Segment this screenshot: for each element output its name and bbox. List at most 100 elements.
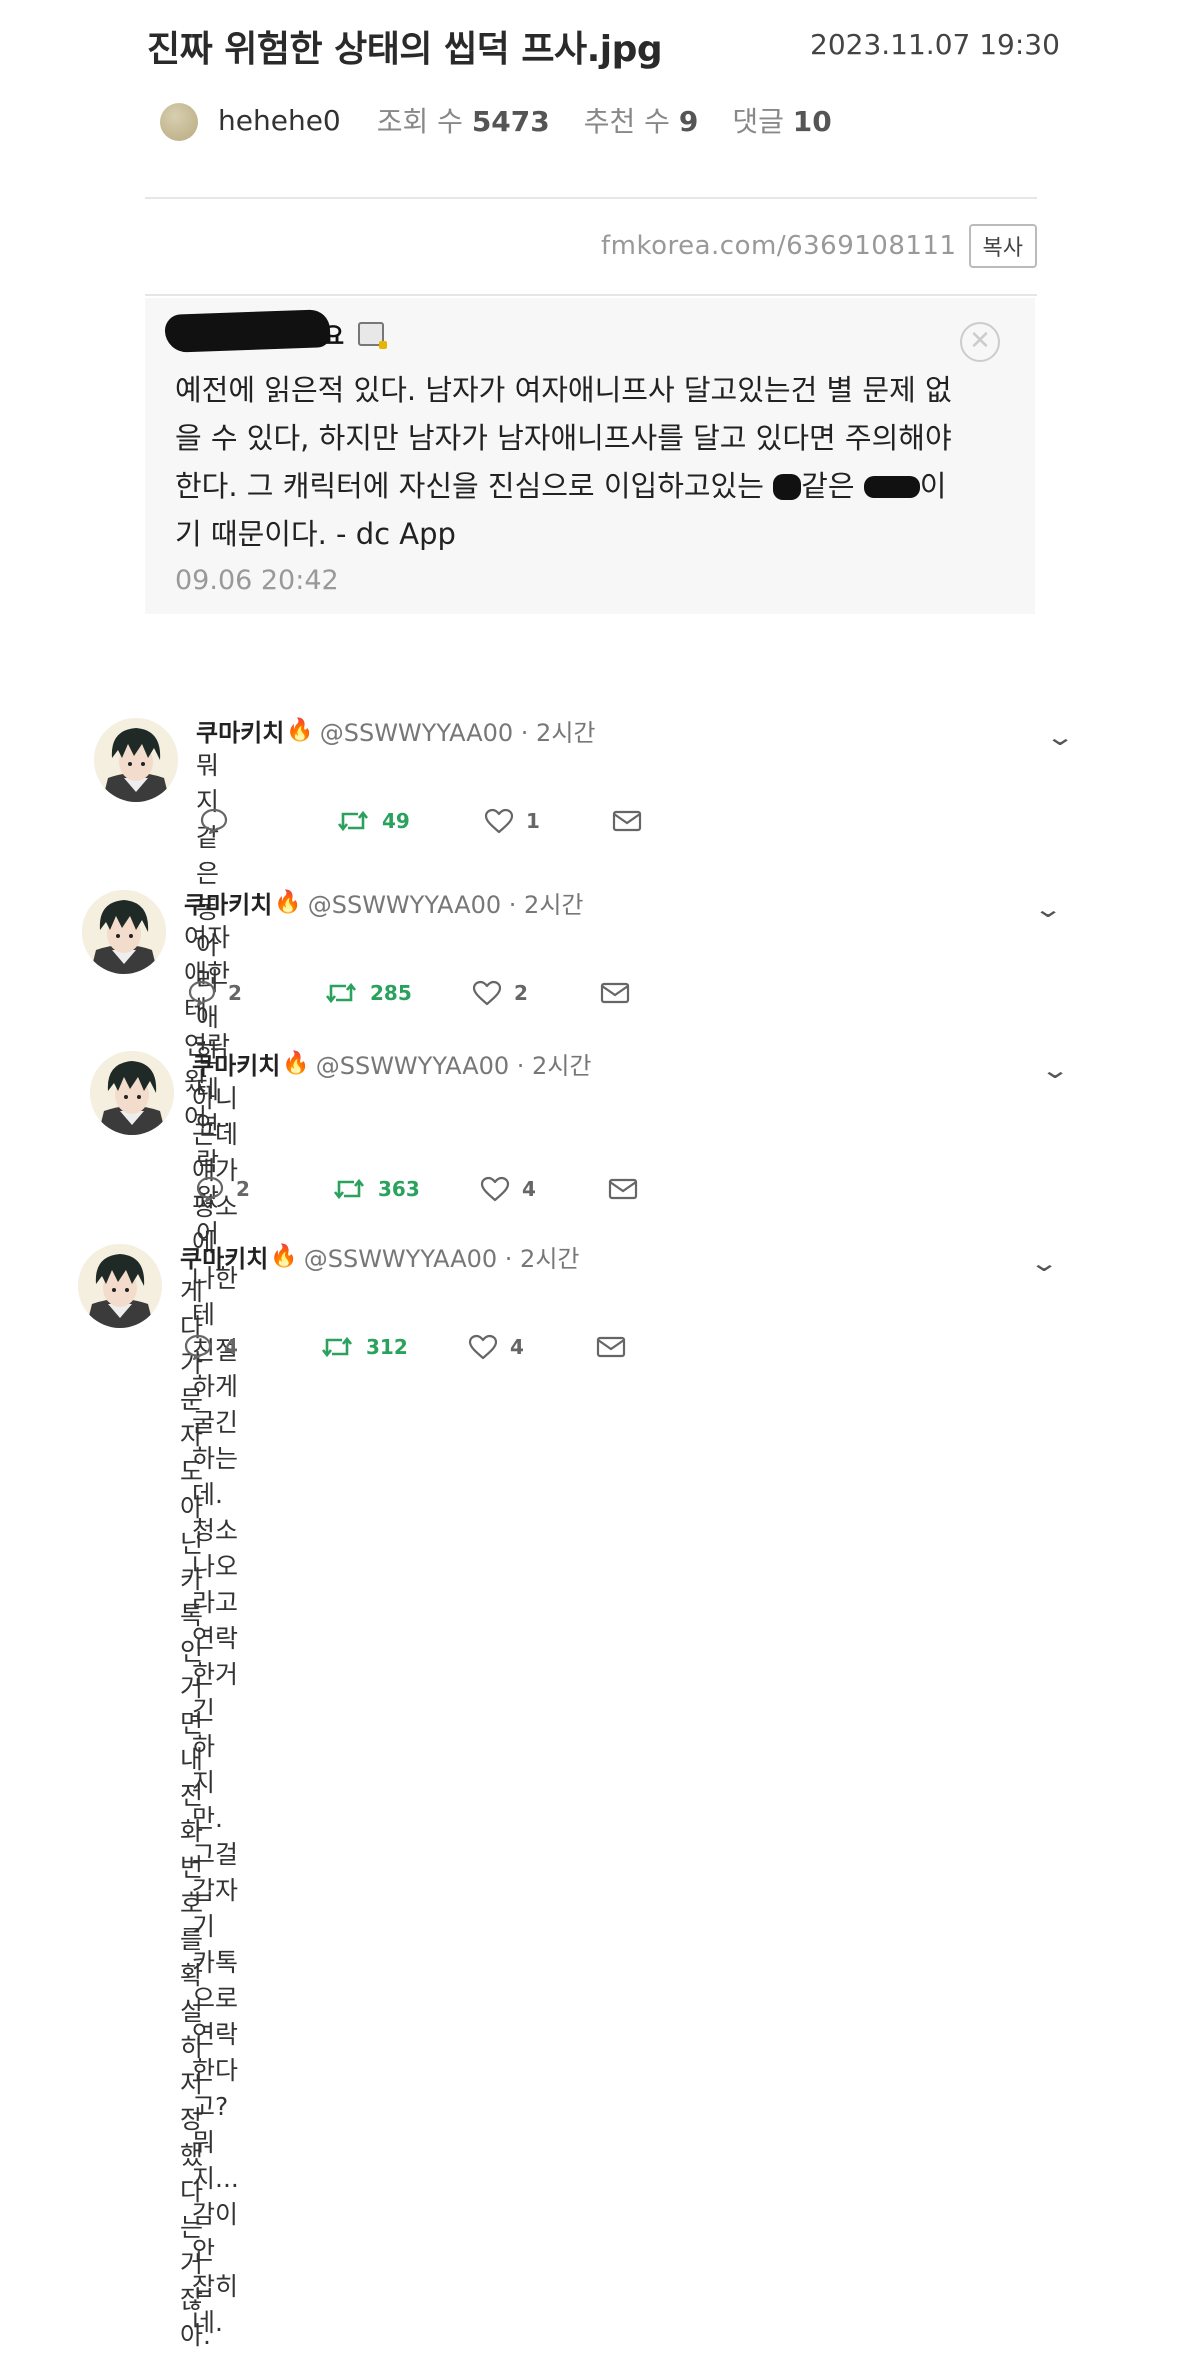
fire-icon: 🔥: [282, 1051, 310, 1076]
comments-label: 댓글: [732, 105, 784, 138]
reply-button[interactable]: 2: [188, 980, 308, 1006]
tweet-avatar[interactable]: [94, 718, 178, 802]
chevron-down-icon[interactable]: ⌄: [1033, 895, 1063, 923]
tweet-actions: 2 363 4: [196, 1176, 638, 1202]
retweet-button[interactable]: 363: [332, 1176, 480, 1202]
tweet-header: 쿠마키치 🔥 @SSWWYYAA00 · 2시간: [180, 1239, 579, 1274]
copy-url-button[interactable]: 복사: [968, 224, 1037, 268]
redaction-mark: [863, 476, 920, 498]
envelope-icon: [608, 1177, 638, 1201]
heart-icon: [484, 808, 514, 834]
username-suffix: 요: [322, 322, 345, 350]
author-name[interactable]: hehehe0: [218, 104, 341, 137]
retweet-icon: [320, 1334, 354, 1360]
retweet-count: 363: [378, 1177, 420, 1201]
tweet-handle-time[interactable]: @SSWWYYAA00 · 2시간: [304, 1239, 580, 1274]
comment-line-part: 한다. 그 캐릭터에 자신을 진심으로 이입하고있는: [175, 469, 774, 503]
retweet-button[interactable]: 285: [324, 980, 472, 1006]
like-button[interactable]: 2: [472, 980, 600, 1006]
tweet-text: 게다가 문자도아닌 카톡인거면 내 전화번호를 확실히 저장했다는거잖아.: [180, 1274, 211, 2354]
tweet-header: 쿠마키치 🔥 @SSWWYYAA00 · 2시간: [192, 1046, 591, 1081]
chevron-down-icon[interactable]: ⌄: [1040, 1056, 1070, 1084]
direct-message-button[interactable]: [596, 1335, 626, 1359]
views-count: 5473: [471, 105, 550, 138]
tweet-handle-time[interactable]: @SSWWYYAA00 · 2시간: [316, 1046, 592, 1081]
like-button[interactable]: 4: [468, 1334, 596, 1360]
heart-icon: [480, 1176, 510, 1202]
speech-bubble-icon: [188, 980, 216, 1006]
comment-line: 을 수 있다, 하지만 남자가 남자애니프사를 달고 있다면 주의해야: [175, 421, 952, 455]
likes-stat: 추천 수 9: [584, 100, 699, 140]
like-count: 4: [522, 1177, 536, 1201]
post-datetime: 2023.11.07 19:30: [810, 28, 1060, 61]
tweet-avatar[interactable]: [90, 1051, 174, 1135]
comment-time: 09.06 20:42: [175, 565, 339, 596]
post-meta: hehehe0 조회 수 5473 추천 수 9 댓글 10: [218, 98, 866, 142]
likes-count: 9: [678, 105, 699, 138]
like-button[interactable]: 4: [480, 1176, 608, 1202]
fire-icon: 🔥: [274, 890, 302, 915]
reply-count: 2: [236, 1177, 250, 1201]
tweet-handle-time[interactable]: @SSWWYYAA00 · 2시간: [320, 713, 596, 748]
comment-text: 예전에 읽은적 있다. 남자가 여자애니프사 달고있는건 별 문제 없 을 수 …: [175, 366, 1005, 558]
envelope-icon: [600, 981, 630, 1005]
heart-icon: [472, 980, 502, 1006]
views-stat: 조회 수 5473: [377, 100, 550, 140]
likes-label: 추천 수: [583, 105, 670, 138]
close-icon[interactable]: ✕: [960, 322, 1000, 362]
tweet-author-name[interactable]: 쿠마키치: [192, 1046, 280, 1081]
retweet-button[interactable]: 49: [336, 808, 484, 834]
reply-count: 4: [224, 1335, 238, 1359]
tweet-actions: 49 1: [200, 808, 642, 834]
redacted-username: [164, 309, 331, 353]
tweet-handle-time[interactable]: @SSWWYYAA00 · 2시간: [308, 885, 584, 920]
retweet-icon: [324, 980, 358, 1006]
divider-top: [145, 197, 1037, 199]
comment-line: 한다. 그 캐릭터에 자신을 진심으로 이입하고있는 같은 이: [175, 462, 1005, 510]
direct-message-button[interactable]: [612, 809, 642, 833]
fire-icon: 🔥: [286, 718, 314, 743]
chevron-down-icon[interactable]: ⌄: [1045, 723, 1075, 751]
like-button[interactable]: 1: [484, 808, 612, 834]
retweet-icon: [332, 1176, 366, 1202]
fire-icon: 🔥: [270, 1244, 298, 1269]
reply-count: 2: [228, 981, 242, 1005]
like-count: 1: [526, 809, 540, 833]
retweet-button[interactable]: 312: [320, 1334, 468, 1360]
tweet-author-name[interactable]: 쿠마키치: [180, 1239, 268, 1274]
comments-stat: 댓글 10: [732, 100, 831, 140]
retweet-count: 312: [366, 1335, 408, 1359]
envelope-icon: [612, 809, 642, 833]
tweet-avatar[interactable]: [78, 1244, 162, 1328]
author-avatar[interactable]: [160, 103, 198, 141]
comment-line-part: 이: [919, 469, 947, 503]
retweet-icon: [336, 808, 370, 834]
tweet-header: 쿠마키치 🔥 @SSWWYYAA00 · 2시간: [184, 885, 583, 920]
tweet-actions: 4 312 4: [184, 1334, 626, 1360]
speech-bubble-icon: [184, 1334, 212, 1360]
tweet-author-name[interactable]: 쿠마키치: [196, 713, 284, 748]
chevron-down-icon[interactable]: ⌄: [1029, 1249, 1059, 1277]
like-count: 4: [510, 1335, 524, 1359]
like-count: 2: [514, 981, 528, 1005]
tweet-author-name[interactable]: 쿠마키치: [184, 885, 272, 920]
reply-button[interactable]: 2: [196, 1176, 316, 1202]
direct-message-button[interactable]: [600, 981, 630, 1005]
url-row: fmkorea.com/6369108111 복사: [601, 224, 1037, 268]
heart-icon: [468, 1334, 498, 1360]
tweet-actions: 2 285 2: [188, 980, 630, 1006]
tweet-text-line: 게다가 문자도아닌 카톡인거면 내 전화번호를 확실히 저장했다는거잖아.: [180, 1277, 211, 2350]
reply-button[interactable]: 4: [184, 1334, 304, 1360]
speech-bubble-icon: [200, 808, 228, 834]
post-url[interactable]: fmkorea.com/6369108111: [601, 231, 957, 261]
comments-count: 10: [792, 105, 832, 138]
reply-button[interactable]: [200, 808, 320, 834]
speech-bubble-icon: [196, 1176, 224, 1202]
direct-message-button[interactable]: [608, 1177, 638, 1201]
retweet-count: 49: [382, 809, 410, 833]
envelope-icon: [596, 1335, 626, 1359]
redaction-mark: [773, 474, 802, 500]
comment-line-part: 같은: [801, 469, 864, 503]
tweet-avatar[interactable]: [82, 890, 166, 974]
retweet-count: 285: [370, 981, 412, 1005]
